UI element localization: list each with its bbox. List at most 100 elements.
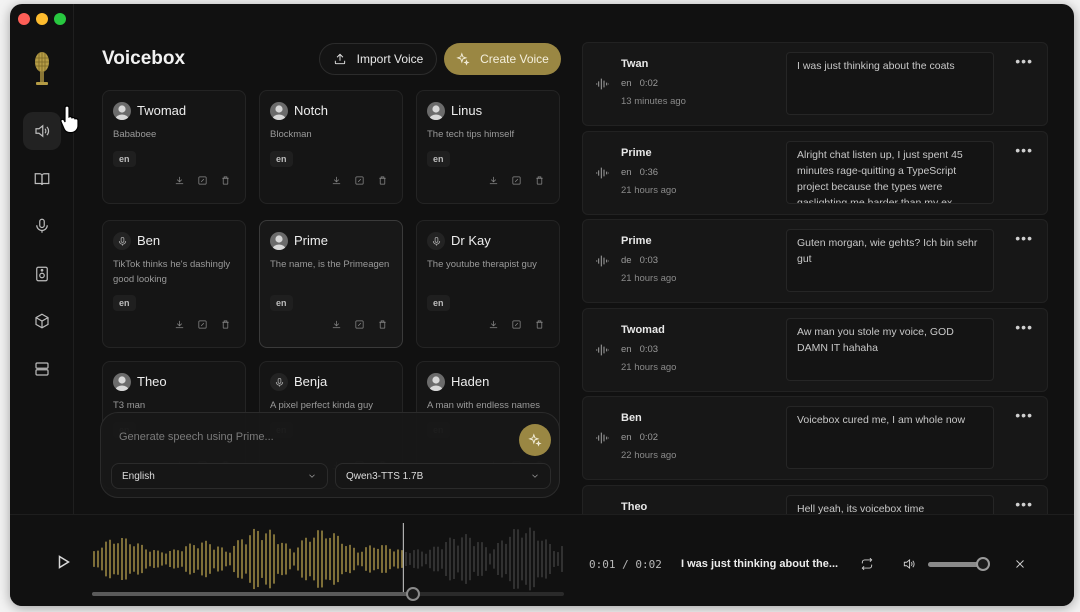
history-text[interactable]: Hell yeah, its voicebox time <box>786 495 994 514</box>
delete-voice-button[interactable] <box>534 173 545 191</box>
more-options-button[interactable]: ••• <box>1015 408 1033 422</box>
history-meta: en 0:03 <box>621 344 666 355</box>
download-voice-button[interactable] <box>174 173 185 191</box>
voice-card[interactable]: Linus The tech tips himself en <box>416 90 560 204</box>
voice-card[interactable]: Notch Blockman en <box>259 90 403 204</box>
sidebar-item-server[interactable] <box>23 350 61 388</box>
voice-description: The youtube therapist guy <box>427 259 537 270</box>
page-title: Voicebox <box>102 48 186 69</box>
pointer-hand-cursor-icon <box>60 105 79 134</box>
edit-voice-button[interactable] <box>197 317 208 335</box>
edit-voice-button[interactable] <box>511 317 522 335</box>
voice-name: Theo <box>137 374 167 389</box>
generate-speech-input[interactable] <box>119 431 499 443</box>
history-item[interactable]: Theoen0:0222 hours agoHell yeah, its voi… <box>582 485 1048 514</box>
avatar <box>113 373 131 391</box>
sidebar-item-record[interactable] <box>23 207 61 245</box>
download-voice-button[interactable] <box>331 173 342 191</box>
history-text[interactable]: Voicebox cured me, I am whole now <box>786 406 994 470</box>
voice-card-actions <box>331 317 388 335</box>
download-voice-button[interactable] <box>174 317 185 335</box>
audio-waveform[interactable] <box>92 523 564 595</box>
playback-time: 0:01 / 0:02 <box>589 558 662 571</box>
delete-voice-button[interactable] <box>220 317 231 335</box>
playback-progress-handle[interactable] <box>405 587 420 601</box>
trash-icon <box>536 176 543 185</box>
more-options-button[interactable]: ••• <box>1015 497 1033 511</box>
history-text[interactable]: Aw man you stole my voice, GOD DAMN IT h… <box>786 317 994 381</box>
history-language: en <box>621 343 632 355</box>
language-select[interactable]: English <box>111 463 328 489</box>
delete-voice-button[interactable] <box>377 173 388 191</box>
voice-description: The tech tips himself <box>427 129 515 140</box>
edit-voice-button[interactable] <box>197 173 208 191</box>
download-icon <box>332 176 341 185</box>
more-options-button[interactable]: ••• <box>1015 54 1033 68</box>
download-voice-button[interactable] <box>488 173 499 191</box>
voice-card[interactable]: Prime The name, is the Primeagen en <box>259 220 403 348</box>
delete-voice-button[interactable] <box>377 317 388 335</box>
history-item[interactable]: Twan en 0:02 13 minutes ago I was just think… <box>582 42 1048 126</box>
repeat-button[interactable] <box>860 557 874 571</box>
sidebar <box>10 4 79 514</box>
model-select-value: Qwen3-TTS 1.7B <box>346 470 424 482</box>
voice-card[interactable]: Twomad Bababoee en <box>102 90 246 204</box>
delete-voice-button[interactable] <box>220 173 231 191</box>
playback-progress-bar[interactable] <box>92 587 564 601</box>
audio-waveform-icon <box>594 342 610 358</box>
chevron-down-icon <box>532 474 538 478</box>
edit-voice-button[interactable] <box>511 173 522 191</box>
generate-button[interactable] <box>519 424 551 456</box>
volume-button[interactable] <box>902 557 916 571</box>
more-options-button[interactable]: ••• <box>1015 143 1033 157</box>
microphone-icon <box>270 373 288 391</box>
voice-name: Haden <box>451 374 490 389</box>
history-text[interactable]: Guten morgan, wie gehts? Ich bin sehr gu… <box>786 229 994 293</box>
avatar <box>427 102 445 120</box>
sidebar-item-models[interactable] <box>23 302 61 340</box>
voice-card[interactable]: Ben TikTok thinks he's dashingly good loo… <box>102 220 246 348</box>
server-icon <box>35 362 49 376</box>
close-player-button[interactable] <box>1013 557 1027 571</box>
history-text[interactable]: I was just thinking about the coats <box>786 52 994 115</box>
voice-name: Dr Kay <box>451 233 491 248</box>
volume-icon <box>903 558 915 570</box>
delete-voice-button[interactable] <box>534 317 545 335</box>
microphone-icon <box>36 218 48 233</box>
history-duration: 0:03 <box>639 255 659 267</box>
more-options-button[interactable]: ••• <box>1015 231 1033 245</box>
chevron-down-icon <box>309 474 315 478</box>
history-item[interactable]: Twomad en 0:03 21 hours ago Aw man you stole… <box>582 307 1048 392</box>
create-voice-button[interactable]: Create Voice <box>444 43 561 75</box>
history-text[interactable]: Alright chat listen up, I just spent 45 … <box>786 140 994 204</box>
history-voice-name: Ben <box>621 412 642 425</box>
voice-name: Benja <box>294 374 328 389</box>
edit-icon <box>198 176 207 185</box>
play-button[interactable] <box>58 555 70 569</box>
history-item[interactable]: Prime de 0:03 21 hours ago Guten morgan, wie… <box>582 219 1048 304</box>
voice-name: Prime <box>294 233 328 248</box>
avatar <box>270 102 288 120</box>
trash-icon <box>379 176 386 185</box>
download-voice-button[interactable] <box>331 317 342 335</box>
voice-card[interactable]: Dr Kay The youtube therapist guy en <box>416 220 560 348</box>
language-select-value: English <box>122 470 155 482</box>
sidebar-item-library[interactable] <box>23 160 61 198</box>
history-duration: 0:03 <box>639 343 659 355</box>
model-select[interactable]: Qwen3-TTS 1.7B <box>335 463 551 489</box>
history-item[interactable]: Ben en 0:02 22 hours ago Voicebox cured me, … <box>582 396 1048 481</box>
download-voice-button[interactable] <box>488 317 499 335</box>
voice-card-actions <box>488 173 545 191</box>
sidebar-item-voices[interactable] <box>23 112 61 150</box>
language-badge: en <box>270 295 293 311</box>
edit-voice-button[interactable] <box>354 317 365 335</box>
volume-slider[interactable] <box>928 557 990 571</box>
edit-voice-button[interactable] <box>354 173 365 191</box>
history-duration: 0:36 <box>639 166 659 178</box>
sidebar-item-audio[interactable] <box>23 255 61 293</box>
more-options-button[interactable]: ••• <box>1015 320 1033 334</box>
history-item[interactable]: Prime en 0:36 21 hours ago Alright chat list… <box>582 130 1048 215</box>
import-voice-button[interactable]: Import Voice <box>319 43 437 75</box>
volume-slider-handle[interactable] <box>975 557 990 571</box>
sparkles-icon <box>528 433 542 447</box>
